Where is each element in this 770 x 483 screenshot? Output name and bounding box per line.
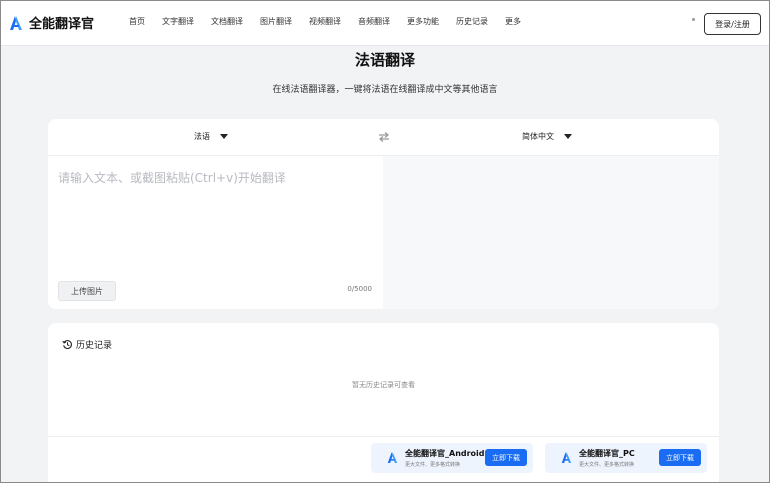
chevron-down-icon xyxy=(220,134,228,139)
logo-text: 全能翻译官 xyxy=(29,17,95,32)
input-placeholder: 请输入文本、或截图粘贴(Ctrl+v)开始翻译 xyxy=(58,171,286,185)
nav-more-features[interactable]: 更多功能 xyxy=(407,16,439,27)
chevron-down-icon xyxy=(564,134,572,139)
logo[interactable]: 全能翻译官 xyxy=(9,13,94,32)
target-language-select[interactable]: 简体中文 xyxy=(522,131,572,142)
top-header: 全能翻译官 首页 文字翻译 文档翻译 图片翻译 视频翻译 音频翻译 更多功能 历… xyxy=(1,1,769,46)
swap-languages-icon[interactable] xyxy=(378,131,390,143)
history-title: 历史记录 xyxy=(76,341,113,351)
logo-icon xyxy=(387,452,398,463)
nav-home[interactable]: 首页 xyxy=(129,16,145,27)
target-language-label: 简体中文 xyxy=(522,132,554,141)
translator-card: 法语 简体中文 请输入文本、或截图粘贴(Ctrl+v)开始翻译 上传图片 0/5… xyxy=(48,119,719,309)
logo-icon xyxy=(561,452,572,463)
login-button[interactable]: 登录/注册 xyxy=(704,13,761,35)
dot-icon xyxy=(692,18,695,21)
page-title: 法语翻译 xyxy=(354,51,415,69)
nav-text-translate[interactable]: 文字翻译 xyxy=(162,16,194,27)
pc-promo-name: 全能翻译官_PC xyxy=(579,449,635,458)
android-promo: 全能翻译官_Android 更大文件、更多格式转换 立即下载 xyxy=(371,443,533,473)
translation-output xyxy=(383,156,719,309)
nav-more[interactable]: 更多 xyxy=(505,16,521,27)
history-icon xyxy=(62,340,72,349)
main-nav: 首页 文字翻译 文档翻译 图片翻译 视频翻译 音频翻译 更多功能 历史记录 更多 xyxy=(129,16,538,27)
history-header: 历史记录 xyxy=(62,338,112,351)
upload-image-button[interactable]: 上传图片 xyxy=(58,281,116,301)
source-language-label: 法语 xyxy=(194,132,210,141)
app-window: 全能翻译官 首页 文字翻译 文档翻译 图片翻译 视频翻译 音频翻译 更多功能 历… xyxy=(0,0,770,483)
page-subtitle: 在线法语翻译器，一键将法语在线翻译成中文等其他语言 xyxy=(272,85,498,95)
language-bar: 法语 简体中文 xyxy=(48,119,719,156)
app-promo-bar: 全能翻译官_Android 更大文件、更多格式转换 立即下载 全能翻译官_PC … xyxy=(48,436,719,482)
history-empty-text: 暂无历史记录可查看 xyxy=(352,381,415,389)
android-promo-desc: 更大文件、更多格式转换 xyxy=(405,462,461,468)
nav-video-translate[interactable]: 视频翻译 xyxy=(309,16,341,27)
android-promo-name: 全能翻译官_Android xyxy=(405,449,485,458)
nav-doc-translate[interactable]: 文档翻译 xyxy=(211,16,243,27)
nav-image-translate[interactable]: 图片翻译 xyxy=(260,16,292,27)
history-card: 历史记录 暂无历史记录可查看 全能翻译官_Android 更大文件、更多格式转换… xyxy=(48,323,719,482)
source-text-input[interactable]: 请输入文本、或截图粘贴(Ctrl+v)开始翻译 上传图片 0/5000 xyxy=(48,156,383,309)
source-language-select[interactable]: 法语 xyxy=(194,131,228,142)
pc-promo-desc: 更大文件、更多格式转换 xyxy=(579,462,635,468)
android-download-button[interactable]: 立即下载 xyxy=(485,449,527,466)
nav-audio-translate[interactable]: 音频翻译 xyxy=(358,16,390,27)
pc-promo: 全能翻译官_PC 更大文件、更多格式转换 立即下载 xyxy=(545,443,707,473)
pc-download-button[interactable]: 立即下载 xyxy=(659,449,701,466)
char-counter: 0/5000 xyxy=(347,285,372,293)
logo-icon xyxy=(10,15,22,30)
nav-history[interactable]: 历史记录 xyxy=(456,16,488,27)
